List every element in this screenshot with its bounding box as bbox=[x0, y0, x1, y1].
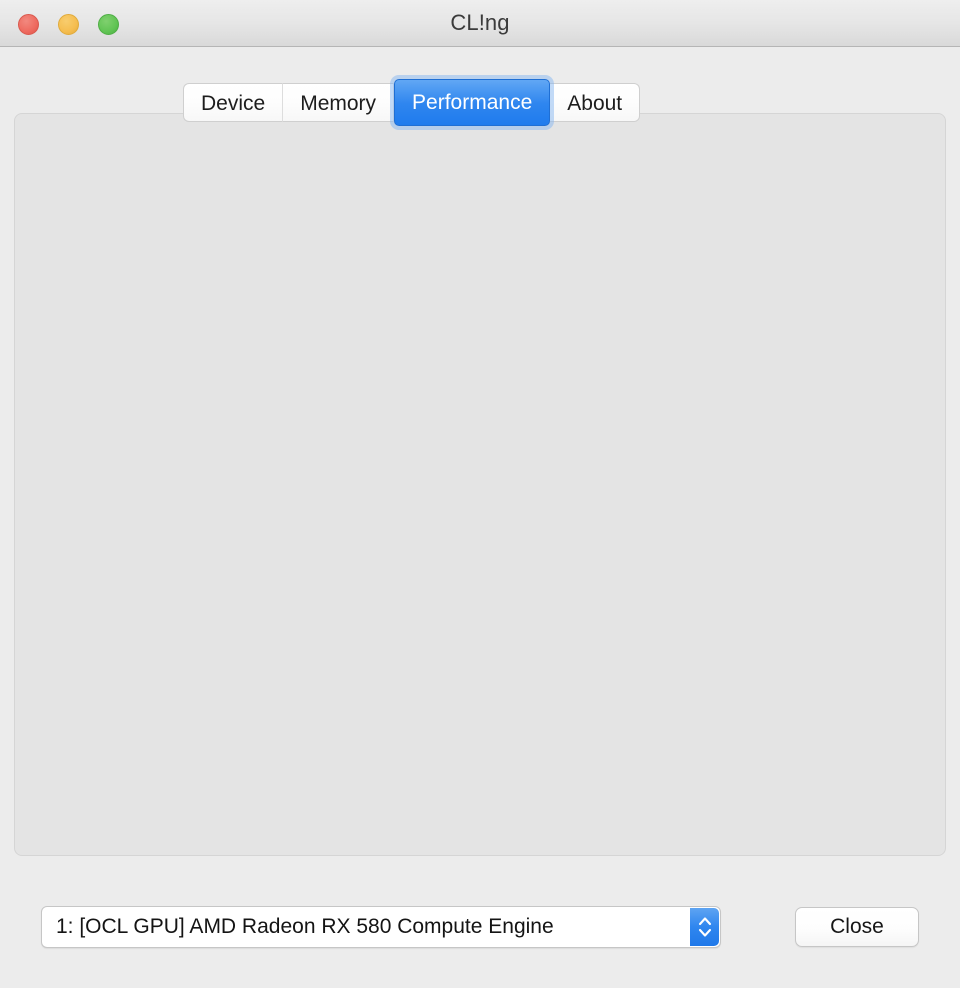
window-title: CL!ng bbox=[450, 10, 510, 35]
tab-device[interactable]: Device bbox=[183, 83, 284, 122]
tab-memory[interactable]: Memory bbox=[283, 83, 395, 122]
chevron-up-down-glyph bbox=[698, 917, 711, 937]
device-selector-popup[interactable]: 1: [OCL GPU] AMD Radeon RX 580 Compute E… bbox=[41, 906, 721, 948]
device-selector-label: 1: [OCL GPU] AMD Radeon RX 580 Compute E… bbox=[56, 915, 554, 938]
chevron-up-down-icon[interactable] bbox=[690, 908, 719, 946]
app-window: CL!ng Device Memory Performance About Me… bbox=[0, 0, 960, 988]
tab-about[interactable]: About bbox=[550, 83, 641, 122]
close-button[interactable]: Close bbox=[795, 907, 919, 947]
title-bar: CL!ng bbox=[0, 0, 960, 47]
tab-content-panel bbox=[14, 113, 946, 856]
tab-bar: Device Memory Performance About bbox=[183, 79, 641, 126]
tab-performance[interactable]: Performance bbox=[394, 79, 551, 126]
